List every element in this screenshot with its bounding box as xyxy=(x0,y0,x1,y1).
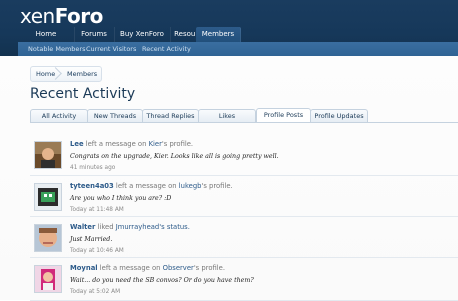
activity-message: Congrats on the upgrade, Kier. Looks lik… xyxy=(70,153,279,160)
subnav-notable-members[interactable]: Notable Members xyxy=(28,42,86,56)
activity-message: Just Married. xyxy=(70,236,113,243)
activity-headline: Walter liked Jmurrayhead's status. xyxy=(70,223,190,231)
subnav-recent-activity[interactable]: Recent Activity xyxy=(142,42,191,56)
activity-username[interactable]: tyteen4a03 xyxy=(70,182,114,190)
activity-timestamp[interactable]: Today at 11:48 AM xyxy=(70,207,124,213)
activity-message: Wait... do you need the SB convos? Or do… xyxy=(70,277,254,284)
user-avatar[interactable] xyxy=(34,265,62,293)
activity-headline: tyteen4a03 left a message on lukegb's pr… xyxy=(70,182,233,190)
tab-new-threads[interactable]: New Threads xyxy=(87,109,143,122)
site-header: xenForo Home Forums Buy XenForo Resource… xyxy=(0,0,458,56)
nav-tab-members[interactable]: Members xyxy=(196,27,241,42)
site-logo[interactable]: xenForo xyxy=(20,4,103,28)
page-title: Recent Activity xyxy=(30,86,136,102)
activity-item: Moynal left a message on Observer's prof… xyxy=(30,257,458,301)
activity-username[interactable]: Lee xyxy=(70,140,84,148)
tab-likes[interactable]: Likes xyxy=(198,109,256,122)
activity-username[interactable]: Moynal xyxy=(70,264,98,272)
nav-tab-home[interactable]: Home xyxy=(18,27,75,42)
nav-tab-buy-xenforo[interactable]: Buy XenForo xyxy=(114,27,171,42)
activity-timestamp[interactable]: Today at 10:46 AM xyxy=(70,248,124,254)
activity-message: Are you who I think you are? :D xyxy=(70,195,172,202)
user-avatar[interactable] xyxy=(34,141,62,169)
activity-headline: Lee left a message on Kier's profile. xyxy=(70,140,194,148)
user-avatar[interactable] xyxy=(34,183,62,211)
activity-target-link[interactable]: Jmurrayhead's status. xyxy=(116,223,190,231)
activity-target-link[interactable]: lukegb xyxy=(179,182,202,190)
tab-profile-updates[interactable]: Profile Updates xyxy=(310,109,368,122)
sub-nav: Notable Members Current Visitors Recent … xyxy=(18,42,458,56)
activity-target-link[interactable]: Observer xyxy=(163,264,194,272)
tab-all-activity[interactable]: All Activity xyxy=(30,109,88,122)
user-avatar[interactable] xyxy=(34,224,62,252)
main-nav: Home Forums Buy XenForo Resources Member… xyxy=(18,27,458,42)
subnav-current-visitors[interactable]: Current Visitors xyxy=(86,42,136,56)
activity-timestamp[interactable]: Today at 5:02 AM xyxy=(70,289,120,295)
activity-tabs: All Activity New Threads Thread Replies … xyxy=(30,108,458,123)
activity-target-link[interactable]: Kier xyxy=(149,140,162,148)
activity-item: Lee left a message on Kier's profile. Co… xyxy=(30,133,458,176)
breadcrumb: Home Members xyxy=(30,66,102,82)
activity-item: tyteen4a03 left a message on lukegb's pr… xyxy=(30,175,458,217)
activity-item: Walter liked Jmurrayhead's status. Just … xyxy=(30,216,458,258)
nav-tab-forums[interactable]: Forums xyxy=(74,27,115,42)
breadcrumb-members[interactable]: Members xyxy=(67,67,97,81)
tab-profile-posts[interactable]: Profile Posts xyxy=(256,108,311,122)
activity-headline: Moynal left a message on Observer's prof… xyxy=(70,264,226,272)
activity-timestamp[interactable]: 41 minutes ago xyxy=(70,165,115,171)
activity-username[interactable]: Walter xyxy=(70,223,95,231)
page-content: Home Members Recent Activity All Activit… xyxy=(0,56,458,301)
tab-thread-replies[interactable]: Thread Replies xyxy=(142,109,199,122)
